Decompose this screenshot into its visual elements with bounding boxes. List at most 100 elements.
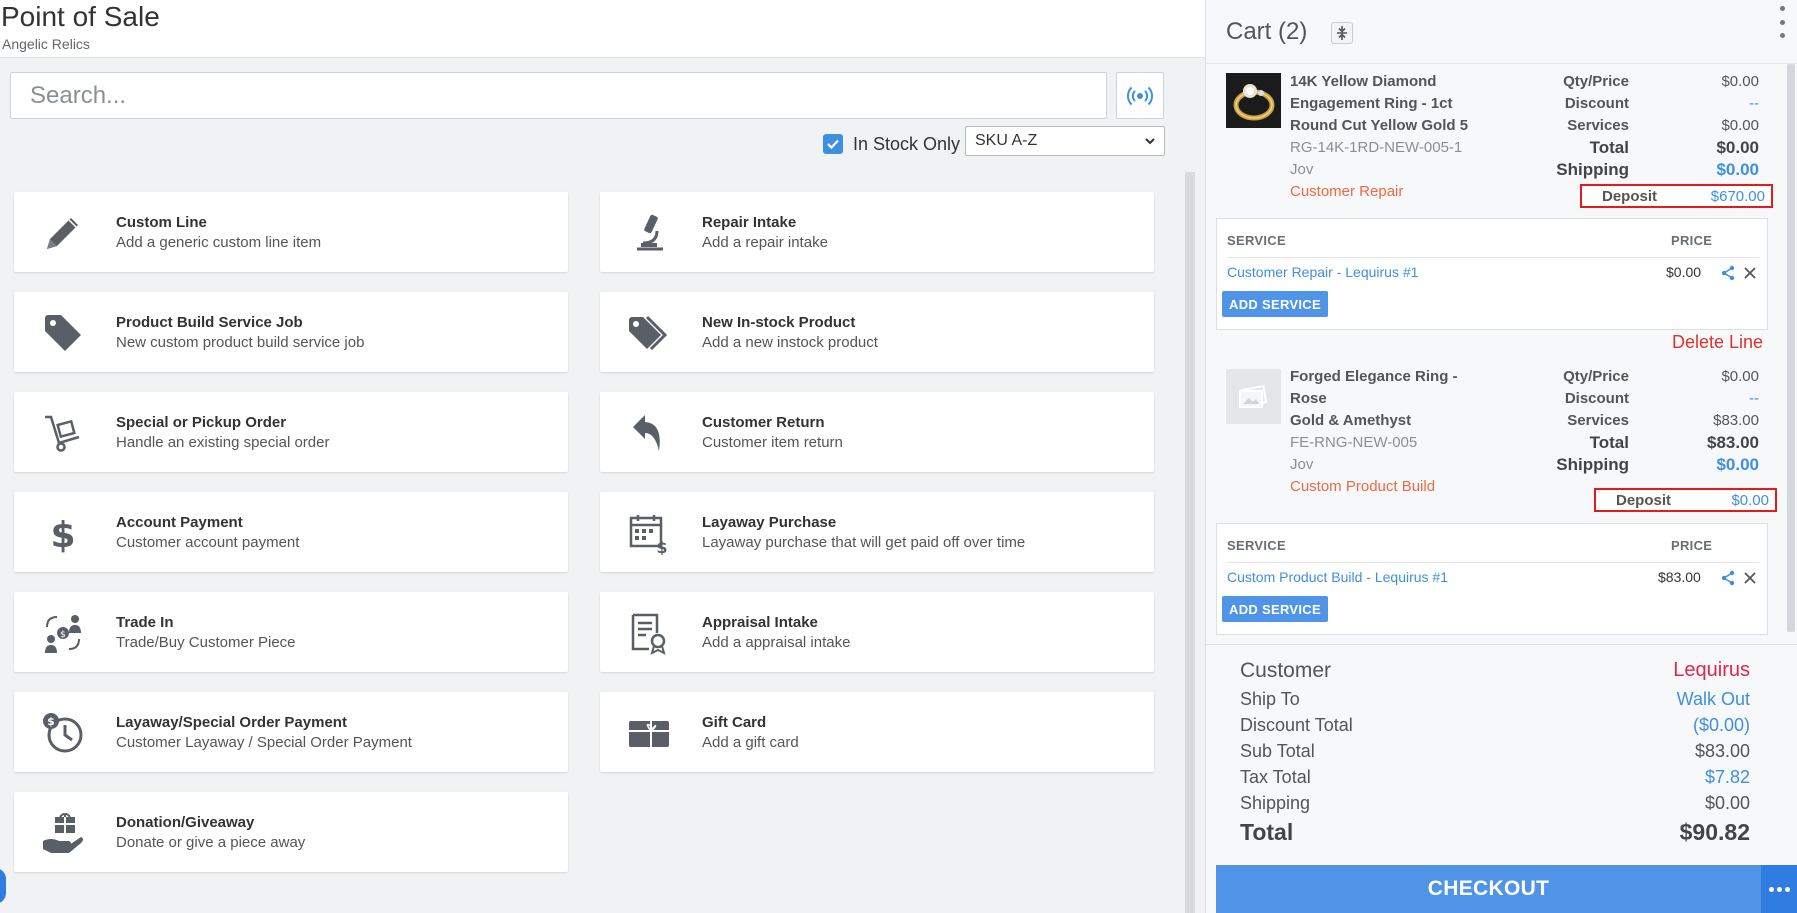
- microscope-icon: [626, 210, 672, 256]
- service-link[interactable]: Custom Product Build - Lequirus #1: [1227, 569, 1448, 585]
- share-icon[interactable]: [1720, 265, 1736, 281]
- ship-to-value[interactable]: Walk Out: [1677, 689, 1750, 710]
- tile-subtitle: Donate or give a piece away: [116, 834, 306, 851]
- shipping-total-label: Shipping: [1240, 793, 1311, 813]
- service-table: SERVICE PRICE Customer Repair - Lequirus…: [1216, 218, 1768, 330]
- tile-title: Product Build Service Job: [116, 314, 303, 331]
- dot-icon: [1779, 6, 1785, 11]
- tiles-scrollbar-thumb[interactable]: [1185, 172, 1195, 913]
- scan-button[interactable]: [1116, 72, 1164, 119]
- broadcast-icon: [1127, 86, 1153, 105]
- tile-layaway-special-order-payment[interactable]: $ Layaway/Special Order Payment Customer…: [14, 692, 568, 772]
- tile-appraisal-intake[interactable]: Appraisal Intake Add a appraisal intake: [600, 592, 1154, 672]
- in-stock-filter[interactable]: In Stock Only: [823, 132, 960, 156]
- product-sku: FE-RNG-NEW-005: [1290, 434, 1418, 451]
- page-title: Point of Sale: [1, 1, 160, 32]
- cart-scrollbar[interactable]: [1787, 64, 1795, 632]
- discount-value[interactable]: --: [1649, 93, 1759, 115]
- tile-custom-line[interactable]: Custom Line Add a generic custom line it…: [14, 192, 568, 272]
- tiles-scrollbar[interactable]: [1185, 172, 1195, 913]
- svg-text:$: $: [47, 715, 55, 728]
- tax-total-value[interactable]: $7.82: [1705, 767, 1750, 788]
- tile-title: Repair Intake: [702, 214, 797, 231]
- gift-card-icon: [626, 710, 672, 756]
- search-input[interactable]: [11, 73, 1106, 118]
- checkout-options-button[interactable]: [1761, 865, 1797, 913]
- service-price: $83.00: [1658, 569, 1701, 585]
- tile-subtitle: Add a gift card: [702, 734, 799, 751]
- add-service-button[interactable]: ADD SERVICE: [1222, 596, 1328, 622]
- product-info: 14K Yellow Diamond Engagement Ring - 1ct…: [1290, 71, 1490, 203]
- product-name-line[interactable]: 14K Yellow Diamond: [1290, 71, 1490, 93]
- tile-title: New In-stock Product: [702, 314, 856, 331]
- certificate-icon: [626, 610, 672, 656]
- clock-dollar-icon: $: [40, 710, 86, 756]
- product-name-line[interactable]: Engagement Ring - 1ct: [1290, 93, 1490, 115]
- tile-subtitle: Layaway purchase that will get paid off …: [702, 534, 1026, 551]
- svg-text:$: $: [50, 515, 75, 555]
- in-stock-checkbox[interactable]: [823, 134, 843, 154]
- collapse-button[interactable]: [1331, 22, 1353, 44]
- tile-title: Account Payment: [116, 514, 243, 531]
- grand-total-value: $90.82: [1679, 819, 1750, 845]
- ship-to-label: Ship To: [1240, 689, 1300, 709]
- image-placeholder-icon: [1239, 385, 1268, 408]
- tile-trade-in[interactable]: $ Trade In Trade/Buy Customer Piece: [14, 592, 568, 672]
- tile-account-payment[interactable]: $ Account Payment Customer account payme…: [14, 492, 568, 572]
- product-name-line[interactable]: Gold & Amethyst: [1290, 410, 1490, 432]
- checkout-button[interactable]: CHECKOUT: [1216, 865, 1761, 913]
- tile-new-in-stock-product[interactable]: New In-stock Product Add a new instock p…: [600, 292, 1154, 372]
- deposit-highlight: Deposit $670.00: [1580, 184, 1773, 208]
- close-icon[interactable]: [1742, 570, 1758, 586]
- tile-layaway-purchase[interactable]: $ Layaway Purchase Layaway purchase that…: [600, 492, 1154, 572]
- product-thumbnail[interactable]: [1226, 73, 1281, 128]
- tile-subtitle: Add a repair intake: [702, 234, 828, 251]
- tile-donation-giveaway[interactable]: Donation/Giveaway Donate or give a piece…: [14, 792, 568, 872]
- tile-subtitle: Trade/Buy Customer Piece: [116, 634, 296, 651]
- close-icon[interactable]: [1742, 265, 1758, 281]
- tile-gift-card[interactable]: Gift Card Add a gift card: [600, 692, 1154, 772]
- tile-title: Customer Return: [702, 414, 825, 431]
- trade-in-icon: $: [40, 610, 86, 656]
- discount-label: Discount: [1564, 95, 1629, 112]
- discount-value[interactable]: --: [1649, 388, 1759, 410]
- tile-customer-return[interactable]: Customer Return Customer item return: [600, 392, 1154, 472]
- delete-line-link[interactable]: Delete Line: [1672, 332, 1763, 353]
- service-link[interactable]: Customer Repair - Lequirus #1: [1227, 264, 1418, 280]
- discount-total-value[interactable]: ($0.00): [1693, 715, 1750, 736]
- product-name-line[interactable]: Round Cut Yellow Gold 5: [1290, 115, 1490, 137]
- shipping-value[interactable]: $0.00: [1649, 454, 1759, 476]
- svg-text:$: $: [60, 630, 66, 640]
- cart-menu-button[interactable]: [1778, 6, 1786, 38]
- help-button[interactable]: [0, 868, 6, 904]
- tile-subtitle: Add a generic custom line item: [116, 234, 322, 251]
- product-name-line[interactable]: Forged Elegance Ring - Rose: [1290, 366, 1490, 410]
- line-type: Customer Repair: [1290, 183, 1404, 200]
- shipping-value[interactable]: $0.00: [1649, 159, 1759, 181]
- deposit-value[interactable]: $670.00: [1711, 188, 1765, 205]
- sort-select[interactable]: SKU A-Z: [965, 126, 1165, 156]
- tile-title: Layaway Purchase: [702, 514, 837, 531]
- cart-line-2: Forged Elegance Ring - Rose Gold & Ameth…: [1206, 364, 1786, 635]
- share-icon[interactable]: [1720, 570, 1736, 586]
- search-box[interactable]: [10, 72, 1107, 119]
- deposit-value[interactable]: $0.00: [1731, 492, 1769, 509]
- tile-title: Special or Pickup Order: [116, 414, 287, 431]
- store-name: Angelic Relics: [2, 36, 90, 52]
- collapse-icon: [1337, 26, 1347, 40]
- tile-product-build-service-job[interactable]: Product Build Service Job New custom pro…: [14, 292, 568, 372]
- line-type: Custom Product Build: [1290, 478, 1436, 495]
- qty-price-value[interactable]: $0.00: [1649, 366, 1759, 388]
- tile-subtitle: Customer Layaway / Special Order Payment: [116, 734, 412, 751]
- qty-price-value[interactable]: $0.00: [1649, 71, 1759, 93]
- discount-total-label: Discount Total: [1240, 715, 1353, 735]
- product-thumbnail[interactable]: [1226, 369, 1281, 424]
- price-header: PRICE: [1671, 233, 1713, 248]
- customer-value[interactable]: Lequirus: [1673, 659, 1750, 682]
- divider: [1227, 257, 1759, 258]
- deposit-highlight: Deposit $0.00: [1594, 488, 1777, 512]
- add-service-button[interactable]: ADD SERVICE: [1222, 291, 1328, 317]
- tile-repair-intake[interactable]: Repair Intake Add a repair intake: [600, 192, 1154, 272]
- tile-special-or-pickup-order[interactable]: Special or Pickup Order Handle an existi…: [14, 392, 568, 472]
- product-staff: Jov: [1290, 161, 1314, 178]
